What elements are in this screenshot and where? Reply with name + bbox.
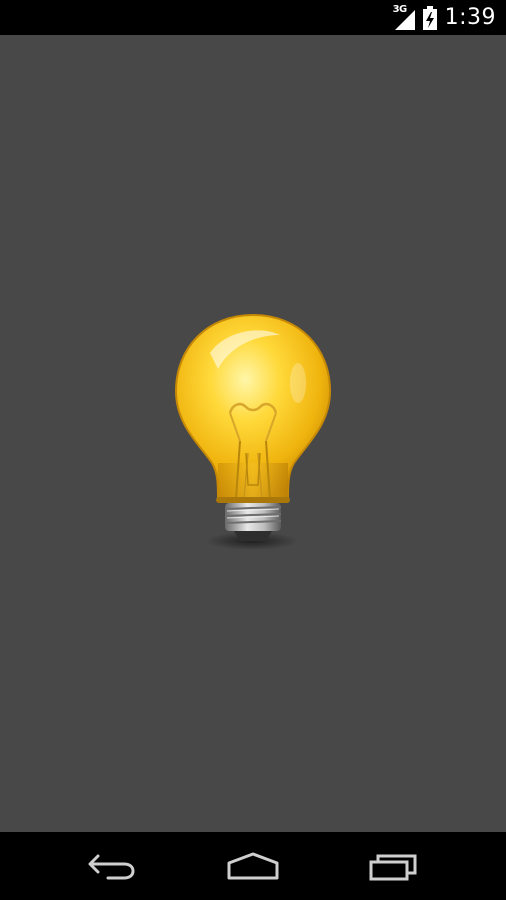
main-content[interactable]	[0, 35, 506, 832]
signal-icon	[394, 9, 415, 30]
battery-charging-icon	[422, 5, 437, 30]
home-button[interactable]	[213, 846, 293, 886]
navigation-bar	[0, 832, 506, 900]
clock: 1:39	[444, 5, 496, 30]
home-icon	[227, 852, 279, 880]
back-icon	[88, 854, 135, 880]
recent-apps-button[interactable]	[354, 846, 434, 886]
status-bar: 3G 1:39	[0, 0, 506, 35]
back-button[interactable]	[72, 846, 152, 886]
light-bulb-icon[interactable]	[170, 313, 336, 553]
network-indicator: 3G	[393, 4, 417, 30]
recent-apps-icon	[369, 854, 417, 881]
